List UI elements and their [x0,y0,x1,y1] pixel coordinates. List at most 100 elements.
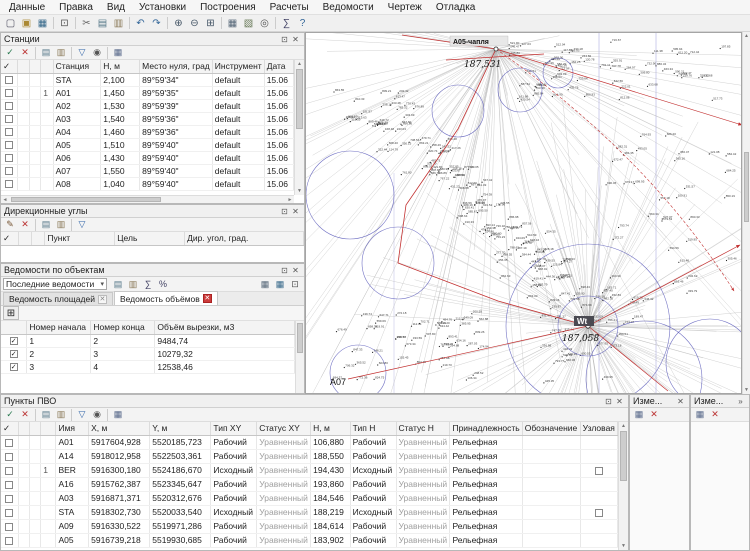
point-row[interactable]: A015917604,9285520185,723РабочийУравненн… [1,435,618,449]
tab-close-icon[interactable]: ✕ [203,294,212,303]
row-checkbox[interactable] [5,141,13,149]
scroll-up-icon[interactable]: ▲ [619,422,628,430]
copy-icon[interactable]: ▤ [111,278,125,291]
reports-vertical-scrollbar[interactable] [295,321,304,393]
undo-icon[interactable]: ↶ [133,16,148,30]
row-checkbox[interactable] [5,76,13,84]
menu-item-0[interactable]: Данные [2,2,52,13]
tab-area-report[interactable]: Ведомость площадей ✕ [3,292,113,305]
scroll-down-icon[interactable]: ▼ [619,542,628,550]
zoom-out-icon[interactable]: ⊖ [187,16,202,30]
map-canvas[interactable]: 736.32560.48630.41560.08421.80738.54843.… [305,32,742,394]
reports-col-0[interactable] [1,321,27,334]
dir-col-1[interactable] [19,232,32,245]
settings-icon[interactable]: ◎ [257,16,272,30]
tab-close-icon[interactable]: ✕ [98,295,107,304]
report-row[interactable]: ✓3412538,46 [1,360,295,373]
copy-icon[interactable]: ▤ [95,16,110,30]
station-row[interactable]: A051,51089°59'40"default15.06 [1,138,294,151]
stations-col-6[interactable]: Место нуля, град [140,60,213,73]
pin-icon[interactable]: ⊡ [603,397,614,406]
point-row[interactable]: A055916739,2185519930,685РабочийУравненн… [1,533,618,547]
copy-icon[interactable]: ▤ [39,46,53,59]
copy-icon[interactable]: ▤ [39,408,53,421]
station-row[interactable]: A081,04089°59'40"default15.06 [1,177,294,190]
points-col-2[interactable] [30,422,41,435]
scroll-down-icon[interactable]: ▼ [295,187,304,195]
reports-col-3[interactable]: Объём вырезки, м3 [155,321,295,334]
filter-icon[interactable]: ▽ [75,218,89,231]
stations-horizontal-scrollbar[interactable]: ◄ ► [1,195,294,203]
row-checkbox[interactable] [5,154,13,162]
sum-icon[interactable]: ∑ [141,278,155,291]
points-col-4[interactable]: Имя [56,422,89,435]
row-checkbox[interactable] [5,115,13,123]
preview-icon[interactable]: ◉ [90,408,104,421]
help-icon[interactable]: ? [295,16,310,30]
tab-volume-report[interactable]: Ведомость объёмов ✕ [114,291,218,305]
menu-item-4[interactable]: Построения [193,2,263,13]
points-col-6[interactable]: Y, м [150,422,211,435]
node-checkbox[interactable] [595,467,603,475]
delete-icon[interactable]: ✕ [708,408,722,421]
points-col-13[interactable]: Обозначение [522,422,580,435]
points-col-9[interactable]: Н, м [311,422,351,435]
menu-item-3[interactable]: Установки [132,2,193,13]
delete-icon[interactable]: ✕ [18,46,32,59]
row-checkbox[interactable] [5,467,13,475]
points-col-12[interactable]: Принадлежность [450,422,522,435]
columns-icon[interactable]: ▦ [111,408,125,421]
point-row[interactable]: A145918012,9585522503,361РабочийУравненн… [1,449,618,463]
paste-icon[interactable]: ▥ [54,46,68,59]
stations-col-2[interactable] [29,60,40,73]
reports-dropdown[interactable]: Последние ведомости ▾ [3,278,107,290]
points-col-1[interactable] [18,422,29,435]
delete-icon[interactable]: ✕ [647,408,661,421]
dir-col-4[interactable]: Цель [115,232,185,245]
point-row[interactable]: A095916330,5225519971,286РабочийУравненн… [1,519,618,533]
percent-icon[interactable]: % [156,278,170,291]
dir-col-5[interactable]: Дир. угол, град. [185,232,304,245]
select-all-icon[interactable]: ✓ [3,408,17,421]
dir-col-2[interactable] [32,232,45,245]
paste-icon[interactable]: ▥ [111,16,126,30]
menu-item-8[interactable]: Отладка [429,2,483,13]
filter-icon[interactable]: ▽ [75,46,89,59]
zoom-in-icon[interactable]: ⊕ [171,16,186,30]
stations-col-8[interactable]: Дата [264,60,293,73]
row-checkbox[interactable] [5,453,13,461]
calc-icon[interactable]: ∑ [279,16,294,30]
reports-col-2[interactable]: Номер конца [91,321,155,334]
stations-col-0[interactable]: ✓ [1,60,18,73]
row-checkbox[interactable] [5,128,13,136]
menu-item-6[interactable]: Ведомости [316,2,381,13]
delete-icon[interactable]: ✕ [18,218,32,231]
close-icon[interactable]: ✕ [290,35,301,44]
point-row[interactable]: A035916871,3715520312,676РабочийУравненн… [1,491,618,505]
save-icon[interactable]: ▦ [273,278,287,291]
menu-item-5[interactable]: Расчеты [263,2,316,13]
point-row[interactable]: STA5918302,7305520033,540ИсходныйУравнен… [1,505,618,519]
rebuild-report-button[interactable]: ⊞ [3,306,19,320]
stations-col-7[interactable]: Инструмент [212,60,264,73]
menu-item-2[interactable]: Вид [100,2,132,13]
reports-col-1[interactable]: Номер начала [27,321,91,334]
station-row[interactable]: A061,43089°59'40"default15.06 [1,151,294,164]
delete-icon[interactable]: ✕ [18,408,32,421]
points-col-14[interactable]: Узловая [580,422,617,435]
points-col-3[interactable] [41,422,56,435]
close-icon[interactable]: ✕ [290,266,301,275]
paste-icon[interactable]: ▥ [54,408,68,421]
row-checkbox[interactable]: ✓ [10,337,18,345]
print-icon[interactable]: ⊡ [288,278,302,291]
open-icon[interactable]: ▣ [19,16,34,30]
points-col-8[interactable]: Статус XY [257,422,311,435]
point-row[interactable]: A165915762,3875523345,647РабочийУравненн… [1,477,618,491]
pin-icon[interactable]: ⊡ [279,35,290,44]
paste-icon[interactable]: ▥ [126,278,140,291]
close-icon[interactable]: ✕ [614,397,625,406]
columns-icon[interactable]: ▦ [632,408,646,421]
zoom-fit-icon[interactable]: ⊞ [203,16,218,30]
scroll-left-icon[interactable]: ◄ [1,196,9,203]
edit-icon[interactable]: ✎ [3,218,17,231]
